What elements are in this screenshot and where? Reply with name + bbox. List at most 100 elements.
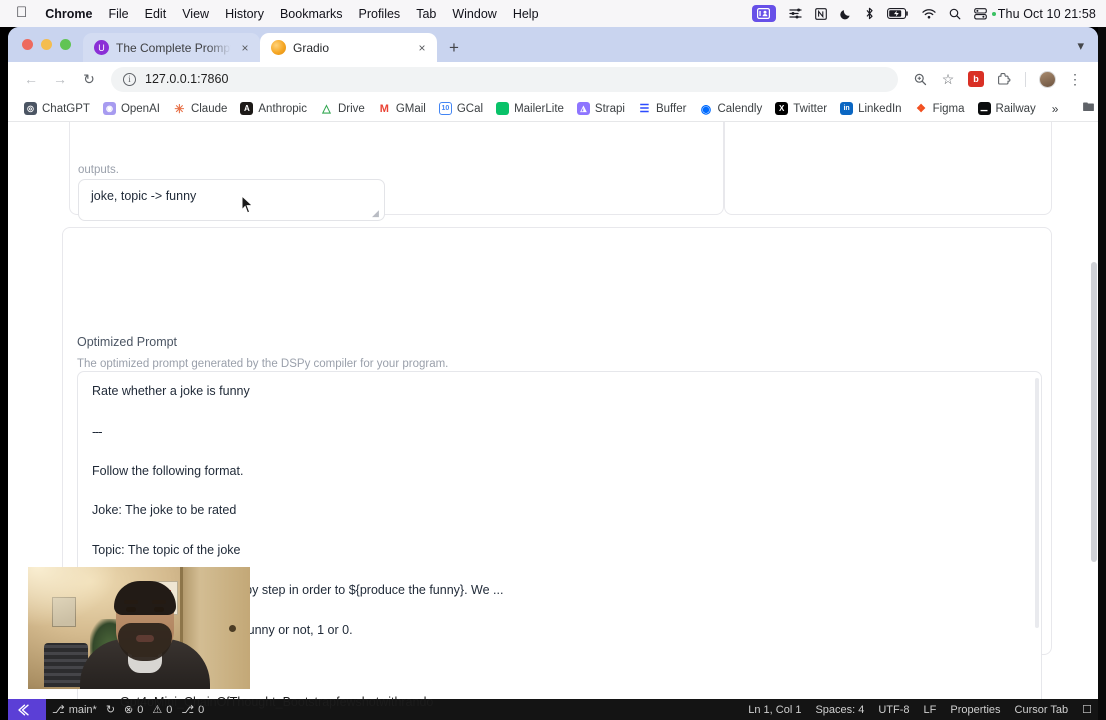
close-window-button[interactable] xyxy=(22,39,33,50)
bookmark-gmail[interactable]: M GMail xyxy=(372,100,432,117)
spotlight-search-icon[interactable] xyxy=(949,8,961,20)
status-cursor-tab[interactable]: Cursor Tab xyxy=(1015,704,1069,716)
tab-gradio[interactable]: Gradio × xyxy=(260,33,437,62)
minimize-window-button[interactable] xyxy=(41,39,52,50)
zoom-icon[interactable] xyxy=(907,66,933,92)
status-properties[interactable]: Properties xyxy=(950,704,1000,716)
status-sync[interactable]: ↻ xyxy=(106,703,115,716)
wifi-icon[interactable] xyxy=(922,8,936,19)
maximize-window-button[interactable] xyxy=(60,39,71,50)
bookmark-chatgpt[interactable]: ◎ ChatGPT xyxy=(18,100,96,117)
screen-sharing-icon[interactable] xyxy=(751,5,776,22)
address-bar-url: 127.0.0.1:7860 xyxy=(145,72,229,86)
bookmark-linkedin[interactable]: in LinkedIn xyxy=(834,100,907,117)
status-indentation[interactable]: Spaces: 4 xyxy=(815,704,864,716)
page-scrollbar[interactable] xyxy=(1091,262,1097,562)
menu-item-help[interactable]: Help xyxy=(505,7,547,21)
desktop-left-edge xyxy=(0,27,8,720)
menu-item-window[interactable]: Window xyxy=(444,7,504,21)
bluetooth-icon[interactable] xyxy=(865,7,874,20)
bookmark-mailerlite[interactable]: MailerLite xyxy=(490,100,570,117)
address-bar[interactable]: i 127.0.0.1:7860 xyxy=(111,66,898,92)
menu-item-chrome[interactable]: Chrome xyxy=(37,7,100,21)
bookmark-figma[interactable]: ❖ Figma xyxy=(909,100,971,117)
purple-u-icon: U xyxy=(94,40,109,55)
signature-input[interactable]: joke, topic -> funny ◢ xyxy=(78,179,385,221)
close-tab-button[interactable]: × xyxy=(238,41,252,55)
avatar[interactable] xyxy=(1034,66,1060,92)
tab-prompt-engineering[interactable]: U The Complete Prompt Engine × xyxy=(83,33,260,62)
extensions-puzzle-icon[interactable] xyxy=(991,66,1017,92)
chrome-menu-button[interactable]: ⋮ xyxy=(1062,66,1088,92)
buffer-icon: ☰ xyxy=(637,102,651,115)
window-controls xyxy=(18,27,83,62)
signature-card: outputs. joke, topic -> funny ◢ xyxy=(69,122,724,221)
bookmark-star-icon[interactable]: ☆ xyxy=(935,66,961,92)
tab-search-chevron-icon[interactable]: ▾ xyxy=(1077,38,1098,62)
desktop-right-edge xyxy=(1098,27,1106,720)
toolbar-divider xyxy=(1025,71,1026,87)
status-right-group: Ln 1, Col 1 Spaces: 4 UTF-8 LF Propertie… xyxy=(748,703,1106,717)
menu-bar-clock[interactable]: Thu Oct 10 21:58 xyxy=(998,7,1096,21)
bookmark-anthropic[interactable]: A Anthropic xyxy=(234,100,313,117)
bookmarks-overflow-chevron[interactable]: » xyxy=(1044,102,1067,116)
menu-item-history[interactable]: History xyxy=(217,7,272,21)
notifications-bell-icon[interactable]: ☐ xyxy=(1082,703,1092,716)
mouse-cursor-icon xyxy=(241,195,254,214)
resize-handle[interactable]: ◢ xyxy=(372,209,381,218)
bookmark-label: Strapi xyxy=(594,102,625,115)
bookmark-label: ChatGPT xyxy=(42,102,90,115)
menu-item-tab[interactable]: Tab xyxy=(408,7,444,21)
recording-dot-icon xyxy=(991,11,996,16)
twitter-x-icon: X xyxy=(775,102,789,115)
bookmark-calendly[interactable]: ◉ Calendly xyxy=(693,100,768,117)
all-bookmarks-button[interactable]: 🖿 All Bookmarks xyxy=(1076,96,1098,121)
bookmark-openai[interactable]: ◉ OpenAI xyxy=(97,100,166,117)
figma-icon: ❖ xyxy=(914,102,928,115)
bookmark-label: GMail xyxy=(395,102,426,115)
tab-strip: U The Complete Prompt Engine × Gradio × … xyxy=(8,27,1098,62)
bookmark-twitter[interactable]: X Twitter xyxy=(769,100,833,117)
bookmark-claude[interactable]: ✳ Claude xyxy=(167,100,233,117)
menu-item-edit[interactable]: Edit xyxy=(137,7,175,21)
prompt-inner-scrollbar[interactable] xyxy=(1035,378,1039,628)
status-encoding[interactable]: UTF-8 xyxy=(878,704,909,716)
bookmark-gcal[interactable]: 10 GCal xyxy=(433,100,489,117)
status-eol[interactable]: LF xyxy=(924,704,937,716)
bookmark-strapi[interactable]: ◮ Strapi xyxy=(571,100,631,117)
gmail-icon: M xyxy=(377,102,391,115)
overlay-caption: Gpt4oMini_ChainOfThought_Bootstrapfewsho… xyxy=(120,695,434,709)
bookmark-label: MailerLite xyxy=(514,102,564,115)
menu-item-view[interactable]: View xyxy=(174,7,217,21)
apple-menu-icon[interactable]:  xyxy=(10,5,37,22)
status-cursor-position[interactable]: Ln 1, Col 1 xyxy=(748,704,801,716)
bookmark-drive[interactable]: △ Drive xyxy=(314,100,371,117)
webcam-overlay[interactable] xyxy=(28,567,250,689)
reload-button[interactable]: ↻ xyxy=(76,66,102,92)
battery-icon[interactable] xyxy=(886,8,909,19)
back-button[interactable]: ← xyxy=(18,66,44,92)
new-tab-button[interactable]: + xyxy=(437,39,469,62)
site-info-icon[interactable]: i xyxy=(123,72,136,86)
openai-icon: ◉ xyxy=(102,102,116,115)
status-branch[interactable]: ⎇ main* xyxy=(52,703,97,717)
menu-item-profiles[interactable]: Profiles xyxy=(351,7,409,21)
menu-bar-tray xyxy=(751,5,998,22)
menu-item-file[interactable]: File xyxy=(100,7,136,21)
menu-item-bookmarks[interactable]: Bookmarks xyxy=(272,7,351,21)
linkedin-icon: in xyxy=(840,102,854,115)
signature-description: outputs. xyxy=(78,164,119,176)
bookmark-buffer[interactable]: ☰ Buffer xyxy=(632,100,692,117)
folder-icon: 🖿 xyxy=(1082,100,1095,114)
close-tab-button[interactable]: × xyxy=(415,41,429,55)
do-not-disturb-moon-icon[interactable] xyxy=(840,8,852,20)
calendly-icon: ◉ xyxy=(699,101,713,116)
prompt-line: Follow the following format. xyxy=(92,463,244,478)
bookmark-railway[interactable]: ⚊ Railway xyxy=(972,100,1042,117)
audio-mixer-icon[interactable] xyxy=(789,8,802,19)
extension-badge-icon[interactable]: b xyxy=(963,66,989,92)
prompt-line: Rate whether a joke is funny xyxy=(92,384,250,398)
forward-button[interactable]: → xyxy=(47,66,73,92)
control-center-icon[interactable] xyxy=(973,7,987,20)
notion-icon[interactable] xyxy=(814,7,827,20)
